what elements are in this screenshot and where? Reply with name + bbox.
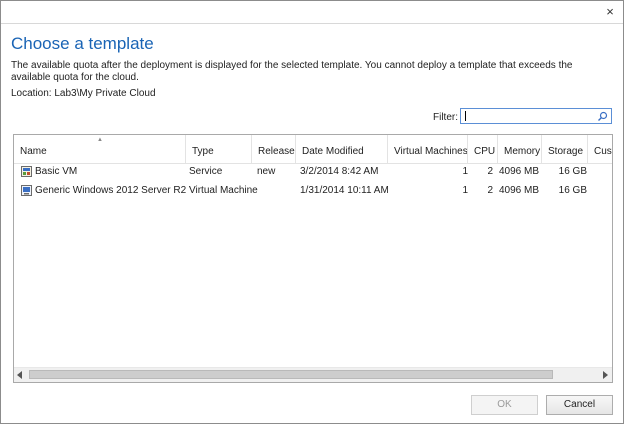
filter-label: Filter:: [433, 112, 458, 123]
column-header-storage[interactable]: Storage: [542, 135, 588, 163]
horizontal-scrollbar[interactable]: [14, 367, 612, 382]
scroll-right-icon[interactable]: [603, 371, 608, 379]
close-icon: ×: [606, 4, 614, 19]
cell-memory: 4096 MB: [498, 166, 539, 177]
cell-cpu: 2: [487, 166, 493, 177]
cell-virtual-machines: 1: [462, 185, 468, 196]
service-template-icon: [21, 166, 32, 177]
vm-template-icon: [21, 185, 32, 196]
dialog-title-bar: ×: [1, 1, 623, 23]
cell-release: [257, 182, 295, 200]
table-row[interactable]: Generic Windows 2012 Server R2 VM Virtua…: [14, 182, 612, 200]
location-label: Location: Lab3\My Private Cloud: [11, 88, 156, 99]
scroll-left-icon[interactable]: [17, 371, 22, 379]
column-header-virtual-machines[interactable]: Virtual Machines: [388, 135, 468, 163]
cell-date-modified: 3/2/2014 8:42 AM: [300, 166, 379, 177]
text-cursor: [465, 111, 466, 121]
page-title: Choose a template: [11, 34, 154, 53]
sort-ascending-icon: ▲: [97, 137, 103, 143]
filter-field[interactable]: [460, 108, 612, 124]
scrollbar-thumb[interactable]: [29, 370, 553, 379]
cell-cpu: 2: [487, 185, 493, 196]
cell-virtual-machines: 1: [462, 166, 468, 177]
search-icon[interactable]: [597, 111, 608, 122]
column-header-date-modified[interactable]: Date Modified: [296, 135, 388, 163]
choose-template-dialog: × Choose a template The available quota …: [0, 0, 624, 424]
column-header-custom[interactable]: Custo: [588, 135, 612, 163]
column-header-type[interactable]: Type: [186, 135, 252, 163]
column-header-release[interactable]: Release: [252, 135, 296, 163]
cell-release: new: [257, 166, 276, 177]
cell-memory: 4096 MB: [498, 185, 539, 196]
column-header-cpu[interactable]: CPU: [468, 135, 498, 163]
cell-name: Basic VM: [35, 166, 78, 177]
cell-date-modified: 1/31/2014 10:11 AM: [300, 185, 388, 196]
cell-name: Generic Windows 2012 Server R2 VM: [35, 185, 190, 196]
ok-button[interactable]: OK: [471, 395, 538, 415]
table-row[interactable]: Basic VM Service new 3/2/2014 8:42 AM 1 …: [14, 163, 612, 181]
cell-storage: 16 GB: [558, 166, 587, 177]
cell-type: Virtual Machine: [189, 185, 258, 196]
dialog-description: The available quota after the deployment…: [11, 60, 573, 83]
column-header-memory[interactable]: Memory: [498, 135, 542, 163]
column-header-row: Name ▲ Type Release Date Modified Virtua…: [14, 135, 612, 164]
title-separator: [1, 23, 623, 24]
cell-storage: 16 GB: [558, 185, 587, 196]
close-button[interactable]: ×: [603, 5, 617, 19]
cancel-button[interactable]: Cancel: [546, 395, 613, 415]
filter-input[interactable]: [463, 110, 591, 122]
cell-type: Service: [189, 166, 223, 177]
template-list[interactable]: Name ▲ Type Release Date Modified Virtua…: [13, 134, 613, 383]
